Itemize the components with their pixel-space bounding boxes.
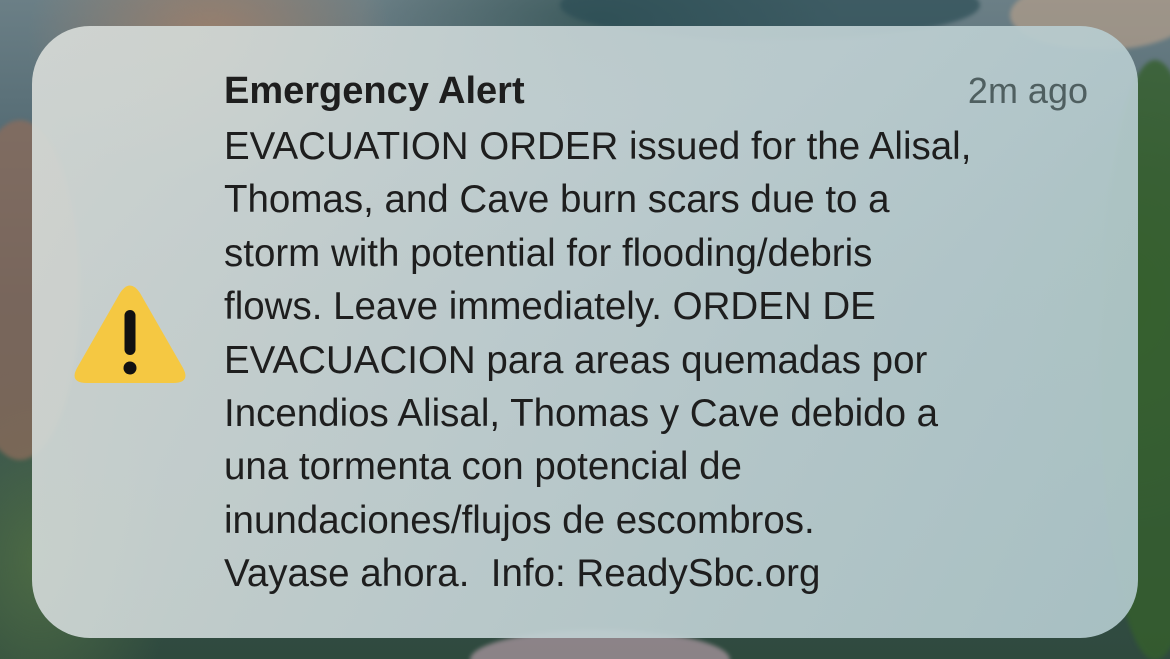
message-line: flows. Leave immediately. ORDEN DE bbox=[224, 285, 876, 329]
warning-triangle-icon bbox=[74, 285, 186, 383]
message-line: Vayase ahora. Info: ReadySbc.org bbox=[224, 552, 821, 596]
exclamation-dot bbox=[123, 361, 137, 375]
message-line: una tormenta con potencial de bbox=[224, 445, 742, 489]
exclamation-bar bbox=[124, 310, 136, 355]
message-line: inundaciones/flujos de escombros. bbox=[224, 498, 815, 542]
message-line: EVACUACION para areas quemadas por bbox=[224, 338, 928, 382]
notification-header: Emergency Alert 2m ago bbox=[224, 68, 1088, 114]
message-line: storm with potential for flooding/debris bbox=[224, 231, 873, 275]
message-line: EVACUATION ORDER issued for the Alisal, bbox=[224, 125, 972, 168]
message-line: Incendios Alisal, Thomas y Cave debido a bbox=[224, 392, 939, 436]
message-line: Thomas, and Cave burn scars due to a bbox=[224, 178, 890, 222]
notification-message: EVACUATION ORDER issued for the Alisal, … bbox=[224, 120, 1104, 601]
emergency-alert-notification[interactable]: Emergency Alert 2m ago EVACUATION ORDER … bbox=[32, 26, 1138, 638]
notification-title: Emergency Alert bbox=[224, 70, 525, 112]
notification-timestamp: 2m ago bbox=[967, 70, 1088, 111]
